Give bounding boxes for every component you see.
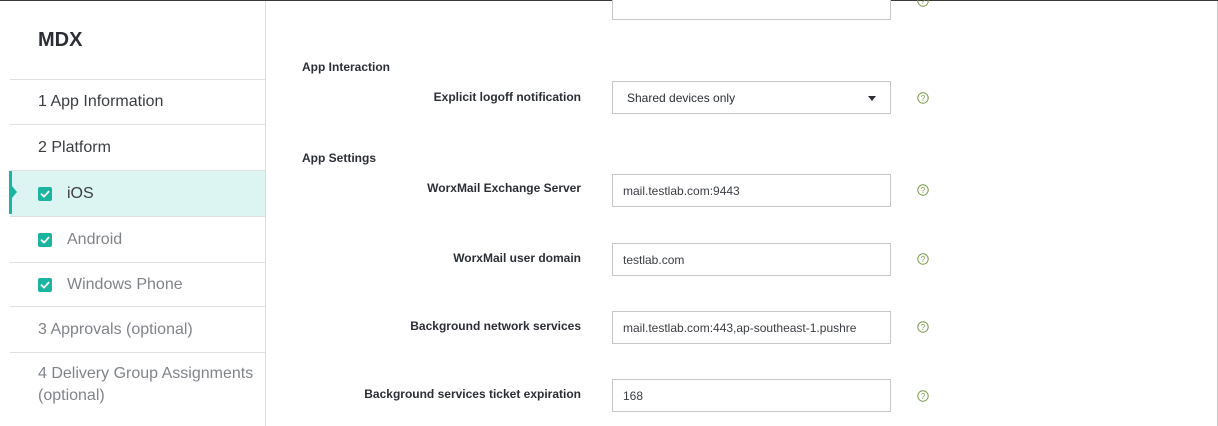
sidebar-title: MDX — [38, 29, 83, 51]
explicit-logoff-select[interactable]: Shared devices only — [612, 81, 891, 114]
sidebar-item-approvals[interactable]: 3 Approvals (optional) — [10, 307, 265, 353]
help-circle-icon[interactable]: ? — [917, 184, 929, 196]
sidebar-item-platform[interactable]: 2 Platform — [10, 125, 265, 171]
checkbox-checked-icon[interactable] — [38, 186, 52, 201]
ticket-expiration-input[interactable] — [612, 379, 891, 412]
user-domain-input[interactable] — [612, 243, 891, 276]
ticket-expiration-label: Background services ticket expiration — [364, 387, 581, 401]
exchange-server-label: WorxMail Exchange Server — [427, 181, 581, 195]
select-value: Shared devices only — [627, 90, 736, 105]
sidebar-item-label: Windows Phone — [67, 275, 183, 293]
app-settings-heading: App Settings — [302, 151, 376, 165]
svg-text:?: ? — [921, 94, 926, 103]
app-interaction-heading: App Interaction — [302, 60, 391, 74]
svg-text:?: ? — [921, 392, 926, 401]
help-circle-icon[interactable]: ? — [917, 0, 929, 7]
sidebar-item-ios[interactable]: iOS — [9, 171, 265, 217]
sidebar-item-label: 3 Approvals (optional) — [38, 320, 193, 338]
help-circle-icon[interactable]: ? — [917, 253, 929, 265]
sidebar-item-app-information[interactable]: 1 App Information — [10, 79, 265, 125]
checkbox-checked-icon[interactable] — [38, 277, 52, 292]
exchange-server-input[interactable] — [612, 174, 891, 207]
user-domain-label: WorxMail user domain — [453, 251, 581, 265]
sidebar-item-label: 2 Platform — [38, 138, 111, 156]
help-circle-icon[interactable]: ? — [917, 390, 929, 402]
help-circle-icon[interactable]: ? — [917, 321, 929, 333]
clipped-input-field[interactable] — [612, 0, 891, 20]
checkbox-checked-icon[interactable] — [38, 232, 52, 247]
selected-indicator-arrow — [12, 186, 17, 198]
page: MDX 1 App Information 2 Platform iOS And… — [0, 0, 1218, 426]
svg-text:?: ? — [921, 0, 926, 6]
sidebar-item-label: Android — [67, 230, 123, 248]
sidebar-item-delivery-group-assignments[interactable]: 4 Delivery Group Assignments (optional) — [10, 353, 265, 426]
svg-text:?: ? — [921, 186, 926, 195]
sidebar-item-label: iOS — [67, 184, 94, 202]
sidebar-item-label: 1 App Information — [38, 93, 164, 110]
svg-text:?: ? — [921, 255, 926, 264]
sidebar: MDX 1 App Information 2 Platform iOS And… — [9, 1, 266, 426]
caret-down-icon — [868, 96, 876, 101]
network-services-label: Background network services — [410, 319, 581, 333]
sidebar-item-windows-phone[interactable]: Windows Phone — [10, 263, 265, 307]
explicit-logoff-label: Explicit logoff notification — [433, 90, 581, 104]
help-circle-icon[interactable]: ? — [917, 92, 929, 104]
sidebar-item-label: 4 Delivery Group Assignments (optional) — [38, 365, 254, 404]
svg-text:?: ? — [921, 323, 926, 332]
network-services-input[interactable] — [612, 311, 891, 344]
sidebar-item-android[interactable]: Android — [10, 217, 265, 263]
